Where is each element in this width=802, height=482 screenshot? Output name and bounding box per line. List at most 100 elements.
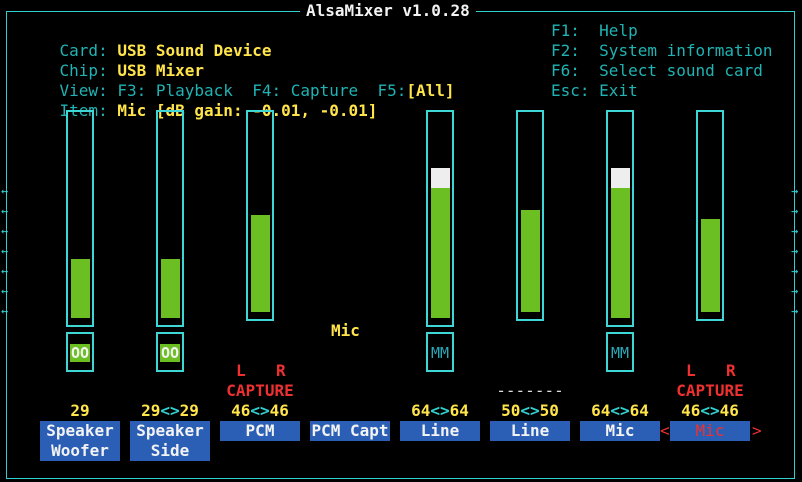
channel-name-line1: PCM <box>245 421 275 440</box>
channel-name[interactable]: PCM <box>220 421 300 441</box>
mute-switch-state: MM <box>428 343 452 363</box>
volume-right: 50 <box>539 401 559 420</box>
channel-name[interactable]: PCM Capt <box>310 421 390 441</box>
volume-gauge[interactable] <box>426 110 454 327</box>
view-f5-key: F5: <box>377 81 407 100</box>
volume-value: 46<>46 <box>665 401 755 421</box>
mute-switch-state: OO <box>158 343 182 363</box>
mute-switch-label: MM <box>610 344 630 362</box>
selection-marker-right: > <box>752 421 762 440</box>
capture-off-indicator[interactable]: ------- <box>485 381 575 401</box>
volume-value: 29<>29 <box>125 401 215 421</box>
alsamixer-terminal: AlsaMixer v1.0.28 Card: USB Sound Device… <box>0 0 802 482</box>
channel-name-line2: Woofer <box>51 441 109 460</box>
volume-gauge[interactable] <box>696 110 724 321</box>
mute-switch[interactable]: OO <box>156 332 184 372</box>
capture-indicator[interactable]: CAPTURE <box>665 381 755 401</box>
mute-switch-label: MM <box>430 344 450 362</box>
focus-label: Mic <box>331 321 360 340</box>
mute-switch[interactable]: OO <box>66 332 94 372</box>
channel-name-line1: Mic <box>695 421 725 440</box>
volume-right: 29 <box>179 401 199 420</box>
volume-gauge[interactable] <box>606 110 634 327</box>
volume-level-bar <box>251 215 270 312</box>
channel-name[interactable]: Line <box>400 421 480 441</box>
volume-right: 64 <box>449 401 469 420</box>
channel-name-line1: Line <box>510 421 550 440</box>
volume-separator: <> <box>700 401 720 420</box>
channel-name[interactable]: Speaker Woofer <box>40 421 120 461</box>
volume-value: 50<>50 <box>485 401 575 421</box>
scroll-right-icon: → <box>791 304 799 318</box>
scroll-left-icon: ← <box>1 264 9 278</box>
volume-level-bar <box>701 219 720 312</box>
volume-separator: <> <box>160 401 180 420</box>
key-f2-action: System information <box>599 41 773 60</box>
volume-level-bar <box>71 259 90 318</box>
volume-right: 46 <box>269 401 289 420</box>
mute-switch-state: OO <box>68 343 92 363</box>
capture-indicator[interactable]: CAPTURE <box>215 381 305 401</box>
channel-name-line1: Speaker <box>46 421 114 440</box>
volume-left: 46 <box>681 401 701 420</box>
channel-name[interactable]: Mic <box>670 421 750 441</box>
channel-name-line1: Mic <box>605 421 635 440</box>
selection-marker-left: < <box>660 421 670 440</box>
volume-value: 64<>64 <box>395 401 485 421</box>
volume-peak-marker <box>611 168 630 188</box>
channel-name-line1: PCM Capt <box>311 421 389 440</box>
volume-separator: <> <box>250 401 270 420</box>
volume-level-bar <box>611 188 630 318</box>
channel-name-line2: Side <box>150 441 190 460</box>
view-all[interactable]: [All] <box>406 81 454 100</box>
volume-left: 29 <box>141 401 161 420</box>
volume-gauge[interactable] <box>516 110 544 321</box>
capture-left-indicator: L <box>686 361 696 380</box>
channel-name[interactable]: Line <box>490 421 570 441</box>
volume-left: 29 <box>70 401 90 420</box>
channel-name-line1: Line <box>420 421 460 440</box>
volume-gauge[interactable] <box>246 110 274 321</box>
volume-left: 64 <box>411 401 431 420</box>
volume-peak-marker <box>431 168 450 188</box>
mute-switch[interactable]: MM <box>606 332 634 372</box>
key-f1-action: Help <box>599 21 638 40</box>
mute-switch-label: OO <box>159 344 181 362</box>
scroll-left-icon: ← <box>1 224 9 238</box>
volume-separator: <> <box>520 401 540 420</box>
scroll-right-icon: → <box>791 184 799 198</box>
volume-gauge[interactable] <box>66 110 94 327</box>
channel-name[interactable]: Speaker Side <box>130 421 210 461</box>
scroll-right-icon: → <box>791 244 799 258</box>
key-esc: Esc: <box>551 81 590 100</box>
volume-right: 64 <box>629 401 649 420</box>
key-f6: F6: <box>551 61 580 80</box>
scroll-right-icon: → <box>791 204 799 218</box>
key-help-f6: F6: Select sound card <box>551 61 763 81</box>
volume-gauge[interactable] <box>156 110 184 327</box>
scroll-left-icon: ← <box>1 244 9 258</box>
volume-left: 64 <box>591 401 611 420</box>
capture-right-indicator: R <box>276 361 286 380</box>
volume-left: 50 <box>501 401 521 420</box>
volume-level-bar <box>161 259 180 318</box>
mute-switch[interactable]: MM <box>426 332 454 372</box>
key-esc-action: Exit <box>599 81 638 100</box>
key-help-f2: F2: System information <box>551 41 773 61</box>
channel-name[interactable]: Mic <box>580 421 660 441</box>
key-help-f1: F1: Help <box>551 21 638 41</box>
capture-right-indicator: R <box>726 361 736 380</box>
key-f6-action: Select sound card <box>599 61 763 80</box>
volume-level-bar <box>521 210 540 312</box>
scroll-left-icon: ← <box>1 204 9 218</box>
mute-switch-label: OO <box>69 344 91 362</box>
window-title: AlsaMixer v1.0.28 <box>300 1 476 21</box>
key-f1: F1: <box>551 21 580 40</box>
key-f2: F2: <box>551 41 580 60</box>
channel-name-line1: Speaker <box>136 421 204 440</box>
scroll-left-icon: ← <box>1 284 9 298</box>
volume-right: 46 <box>719 401 739 420</box>
scroll-left-icon: ← <box>1 304 9 318</box>
capture-left-indicator: L <box>236 361 246 380</box>
scroll-right-icon: → <box>791 264 799 278</box>
